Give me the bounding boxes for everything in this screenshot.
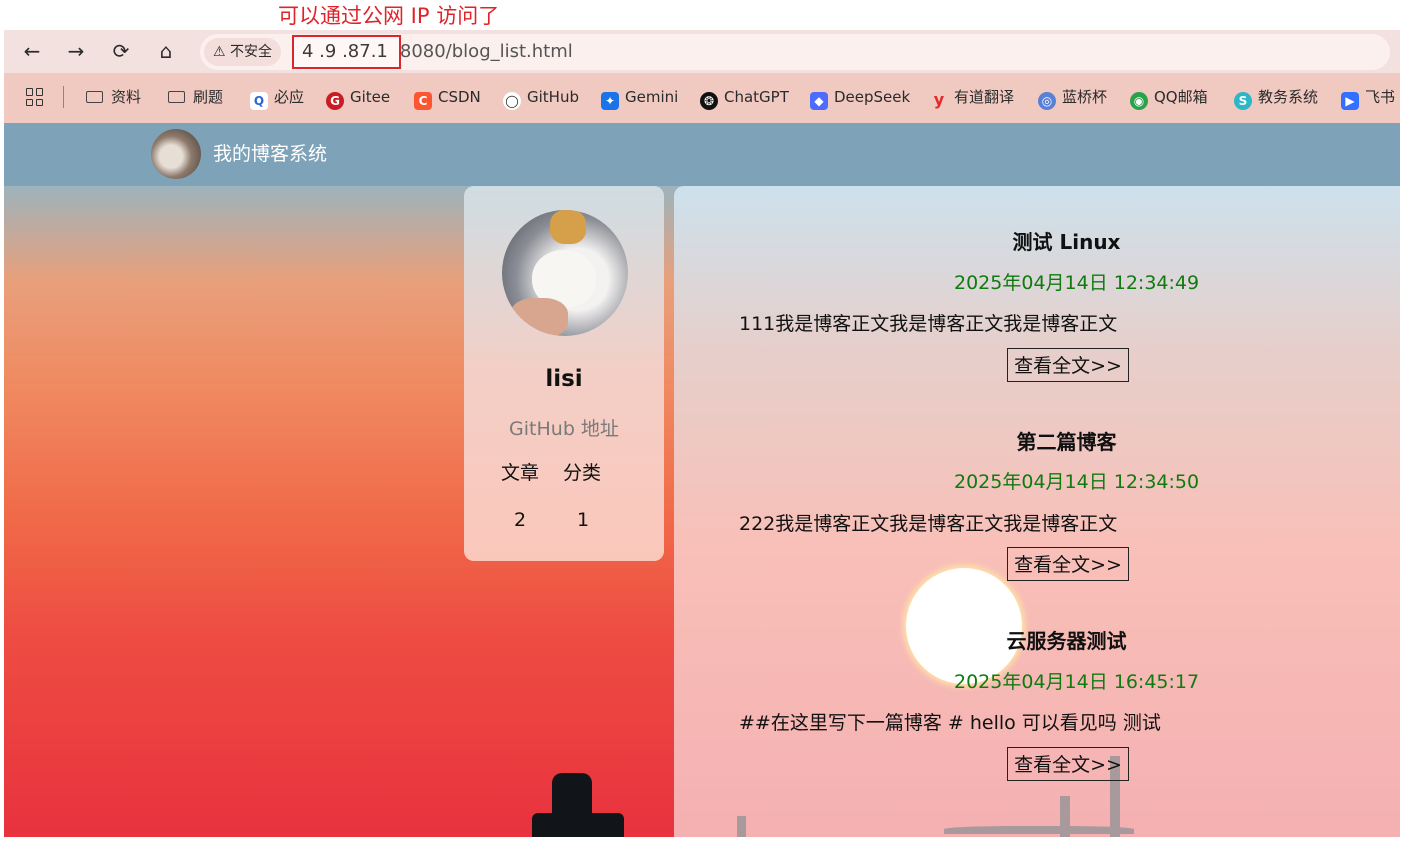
post-title: 第二篇博客: [1016, 430, 1117, 454]
back-icon[interactable]: ←: [17, 36, 47, 66]
bridge-decoration: [737, 816, 746, 837]
bing-icon: Q: [250, 92, 268, 110]
security-label: 不安全: [230, 44, 273, 60]
bookmark-label: Gitee: [350, 88, 391, 106]
site-logo[interactable]: [151, 129, 201, 179]
categories-count: 1: [577, 509, 590, 531]
url-text[interactable]: 4 .9 .87.1 8080/blog_list.html: [292, 34, 573, 70]
github-link[interactable]: GitHub 地址: [464, 414, 664, 441]
bookmark-label: 刷题: [193, 88, 224, 106]
feishu-icon: ▶: [1341, 92, 1359, 110]
bridge-decoration: [944, 826, 1134, 834]
forward-icon[interactable]: →: [61, 36, 91, 66]
folder-icon: [168, 91, 185, 103]
browser-window: ← → ⟳ ⌂ ⚠ 不安全 4 .9 .87.1 8080/blog_list.h…: [4, 30, 1400, 837]
qqmail-icon: ◉: [1130, 92, 1148, 110]
post-date: 2025年04月14日 16:45:17: [954, 671, 1200, 693]
apps-grid-icon[interactable]: [26, 88, 44, 106]
bookmark-lanqiao[interactable]: ◎ 蓝桥杯: [1038, 85, 1108, 110]
jiaowu-icon: S: [1234, 92, 1252, 110]
address-bar[interactable]: ⚠ 不安全 4 .9 .87.1 8080/blog_list.html: [200, 34, 1390, 70]
annotation-caption: 可以通过公网 IP 访问了: [278, 4, 500, 28]
post-excerpt: 222我是博客正文我是博客正文我是博客正文: [739, 513, 1118, 535]
bookmark-label: ChatGPT: [724, 88, 789, 106]
bookmark-label: QQ邮箱: [1154, 88, 1208, 106]
post-title: 测试 Linux: [1012, 230, 1121, 254]
url-path: 8080/blog_list.html: [399, 41, 573, 62]
bookmark-label: 必应: [274, 88, 305, 106]
reload-icon[interactable]: ⟳: [106, 36, 136, 66]
post-excerpt: ##在这里写下一篇博客 # hello 可以看见吗 测试: [739, 712, 1161, 734]
bookmark-bing[interactable]: Q 必应: [250, 85, 305, 110]
bookmark-gitee[interactable]: G Gitee: [326, 85, 391, 110]
bookmark-github[interactable]: ◯ GitHub: [503, 85, 579, 110]
security-chip[interactable]: ⚠ 不安全: [204, 38, 282, 66]
bookmarks-divider: [63, 86, 64, 108]
warning-icon: ⚠: [213, 44, 226, 60]
site-navbar: 我的博客系统: [4, 123, 1400, 186]
avatar: [502, 210, 628, 336]
read-more-button[interactable]: 查看全文>>: [1007, 747, 1129, 781]
categories-label: 分类: [563, 462, 602, 484]
bookmark-csdn[interactable]: C CSDN: [414, 85, 481, 110]
bookmark-label: GitHub: [527, 88, 579, 106]
gemini-icon: ✦: [601, 92, 619, 110]
lanqiao-icon: ◎: [1038, 92, 1056, 110]
bookmark-deepseek[interactable]: ◆ DeepSeek: [810, 85, 911, 110]
profile-username: lisi: [545, 366, 583, 392]
articles-count: 2: [514, 509, 527, 531]
articles-label: 文章: [501, 462, 540, 484]
github-icon: ◯: [503, 92, 521, 110]
bookmark-chatgpt[interactable]: ❂ ChatGPT: [700, 85, 789, 110]
bookmark-label: DeepSeek: [834, 88, 911, 106]
url-host-highlight: 4 .9 .87.1: [292, 35, 401, 69]
read-more-button[interactable]: 查看全文>>: [1007, 547, 1129, 581]
bookmark-qqmail[interactable]: ◉ QQ邮箱: [1130, 85, 1208, 110]
bookmark-label: 资料: [111, 88, 142, 106]
blog-list: 测试 Linux 2025年04月14日 12:34:49 111我是博客正文我…: [674, 186, 1400, 837]
bookmark-youdao[interactable]: y 有道翻译: [930, 85, 1014, 109]
gitee-icon: G: [326, 92, 344, 110]
bookmark-label: 飞书: [1365, 88, 1396, 106]
read-more-button[interactable]: 查看全文>>: [1007, 348, 1129, 382]
bookmark-label: 蓝桥杯: [1062, 88, 1108, 106]
building-base: [532, 813, 624, 837]
bookmark-label: 有道翻译: [954, 88, 1015, 106]
home-icon[interactable]: ⌂: [151, 36, 181, 66]
post-excerpt: 111我是博客正文我是博客正文我是博客正文: [739, 313, 1118, 335]
bookmark-gemini[interactable]: ✦ Gemini: [601, 85, 679, 110]
csdn-icon: C: [414, 92, 432, 110]
bookmark-label: 教务系统: [1258, 88, 1319, 106]
page-viewport: 我的博客系统 lisi GitHub 地址 文章 分类 2 1 测试 Linux…: [4, 123, 1400, 837]
bookmark-label: Gemini: [625, 88, 679, 106]
bookmark-jiaowu[interactable]: S 教务系统: [1234, 85, 1319, 110]
deepseek-icon: ◆: [810, 92, 828, 110]
post-title: 云服务器测试: [1006, 629, 1127, 653]
folder-icon: [86, 91, 103, 103]
bookmark-feishu[interactable]: ▶ 飞书: [1341, 85, 1396, 110]
post-date: 2025年04月14日 12:34:50: [954, 471, 1200, 493]
browser-toolbar: ← → ⟳ ⌂ ⚠ 不安全 4 .9 .87.1 8080/blog_list.h…: [4, 30, 1400, 73]
chatgpt-icon: ❂: [700, 92, 718, 110]
bookmark-label: CSDN: [438, 88, 481, 106]
profile-card: lisi GitHub 地址 文章 分类 2 1: [464, 186, 664, 561]
post-date: 2025年04月14日 12:34:49: [954, 272, 1200, 294]
youdao-icon: y: [933, 90, 945, 109]
bookmark-folder-shuati[interactable]: 刷题: [168, 85, 223, 109]
bookmark-folder-ziliao[interactable]: 资料: [86, 85, 141, 109]
site-title: 我的博客系统: [213, 143, 328, 165]
